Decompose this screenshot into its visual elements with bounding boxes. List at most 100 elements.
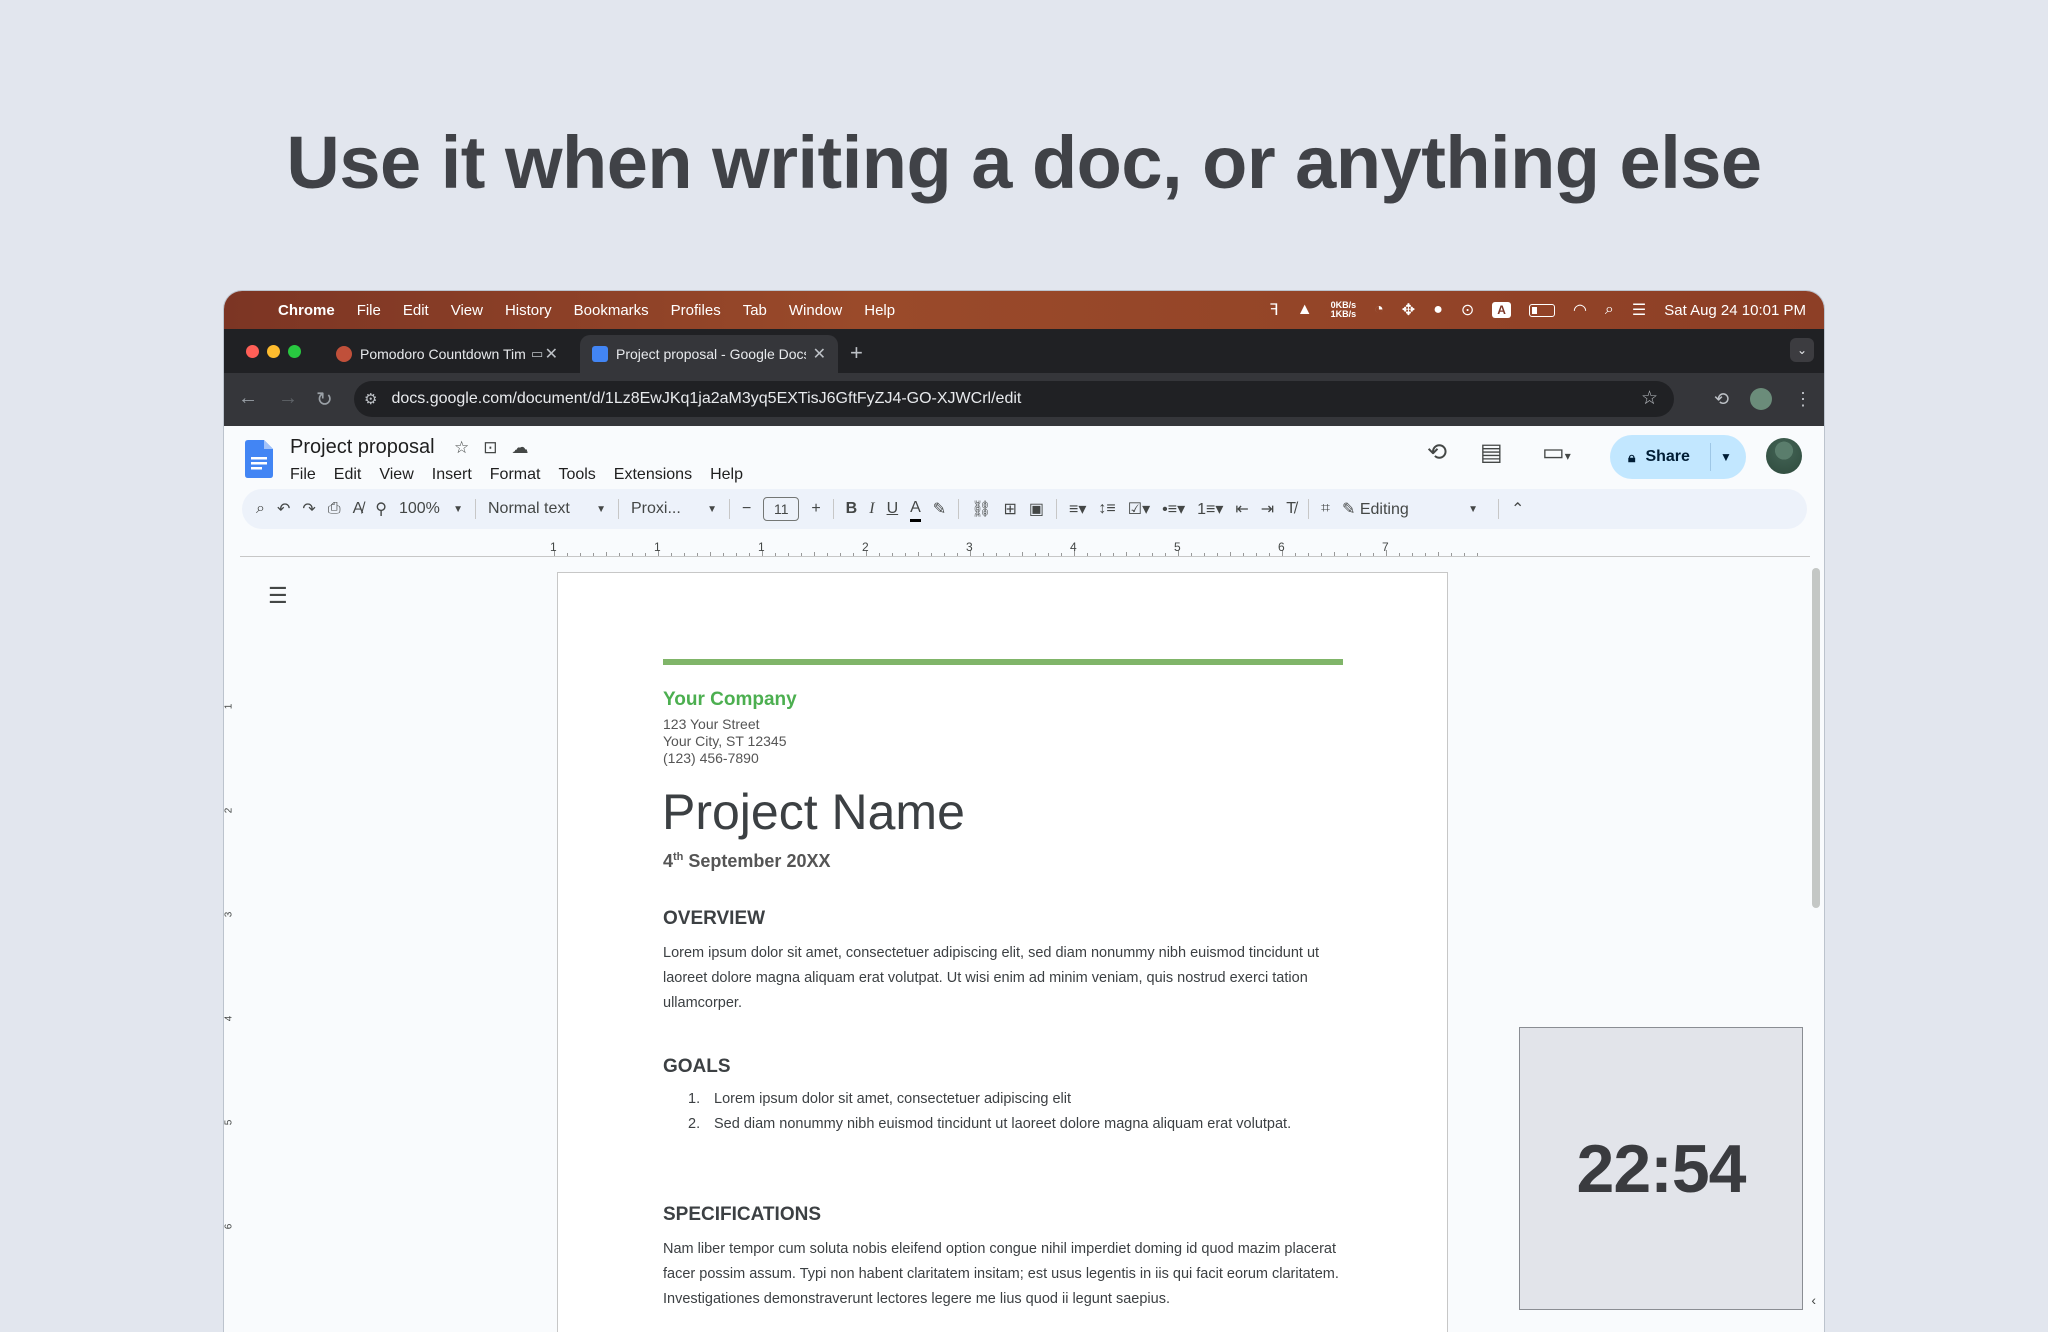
zoom-select[interactable]: 100% ▼ [399, 495, 463, 523]
share-button[interactable]: 🔒︎ Share ▼ [1610, 435, 1746, 479]
list-item[interactable]: 1. Lorem ipsum dolor sit amet, consectetu… [688, 1087, 1304, 1112]
back-icon[interactable]: ← [238, 387, 258, 410]
new-tab-icon[interactable]: + [850, 340, 863, 366]
docs-menu-edit[interactable]: Edit [334, 466, 362, 484]
menubar-file[interactable]: File [357, 302, 381, 319]
bulleted-list-icon[interactable]: •≡▾ [1162, 495, 1185, 523]
docs-menu-view[interactable]: View [379, 466, 413, 484]
link-icon[interactable]: ⛓ [971, 495, 991, 523]
document-page[interactable]: Your Company 123 Your Street Your City, … [558, 573, 1447, 1332]
share-dropdown-icon[interactable]: ▼ [1720, 450, 1732, 464]
figma-icon[interactable]: ꟻ [1270, 300, 1279, 320]
url-text[interactable]: docs.google.com/document/d/1Lz8EwJKq1ja2… [391, 390, 1021, 408]
address-line[interactable]: 123 Your Street [663, 716, 760, 732]
tab-pomodoro[interactable]: Pomodoro Countdown Timer ▭ ✕ [324, 335, 570, 373]
tab-project-proposal[interactable]: Project proposal - Google Docs ✕ [580, 335, 838, 373]
menubar-tab[interactable]: Tab [743, 302, 767, 319]
increase-font-size-icon[interactable]: + [811, 495, 820, 523]
search-icon[interactable]: ⌕ [1605, 301, 1614, 319]
list-item[interactable]: 2. Sed diam nonummy nibh euismod tincidun… [688, 1112, 1304, 1137]
docs-menu-extensions[interactable]: Extensions [614, 466, 692, 484]
forward-icon[interactable]: → [278, 387, 298, 410]
vertical-ruler[interactable]: 1 2 3 4 5 6 [224, 581, 238, 1331]
paint-format-icon[interactable]: ⚲ [375, 495, 387, 523]
input-source-badge[interactable]: A [1492, 302, 1511, 318]
meet-video-icon[interactable]: ▭▾ [1542, 438, 1571, 467]
docs-menu-help[interactable]: Help [710, 466, 743, 484]
menubar-edit[interactable]: Edit [403, 302, 429, 319]
user-avatar[interactable] [1766, 438, 1802, 474]
insert-image-icon[interactable]: ▣ [1029, 495, 1044, 523]
minimize-window-button[interactable] [267, 345, 280, 358]
project-date[interactable]: 4th September 20XX [663, 851, 830, 872]
address-line[interactable]: Your City, ST 12345 [663, 733, 786, 749]
decrease-indent-icon[interactable]: ⇤ [1235, 495, 1248, 523]
comments-icon[interactable]: ▤ [1480, 438, 1503, 467]
horizontal-ruler[interactable]: 1 1 1 2 3 4 5 6 7 [550, 540, 1478, 556]
redo-icon[interactable]: ↷ [302, 495, 315, 523]
address-bar[interactable]: ⚙ docs.google.com/document/d/1Lz8EwJKq1j… [354, 381, 1674, 417]
bold-icon[interactable]: B [846, 495, 858, 523]
document-outline-icon[interactable]: ☰ [268, 583, 288, 609]
move-folder-icon[interactable]: ⊡ [483, 438, 497, 458]
site-info-icon[interactable]: ⚙ [364, 390, 377, 408]
menubar-window[interactable]: Window [789, 302, 842, 319]
menubar-clock[interactable]: Sat Aug 24 10:01 PM [1664, 302, 1806, 319]
version-history-icon[interactable]: ⟲ [1427, 438, 1447, 467]
font-size-input[interactable]: 11 [763, 495, 800, 523]
checklist-icon[interactable]: ☑▾ [1128, 495, 1150, 523]
menubar-app-name[interactable]: Chrome [278, 302, 335, 319]
play-circle-icon[interactable]: ⊙ [1461, 300, 1474, 320]
search-menus-icon[interactable]: ⌕ [256, 495, 265, 523]
highlight-icon[interactable]: ✎ [933, 495, 946, 523]
font-select[interactable]: Proxi... ▼ [631, 495, 717, 523]
close-tab-icon[interactable]: ✕ [813, 344, 826, 364]
overview-text[interactable]: Lorem ipsum dolor sit amet, consectetuer… [663, 941, 1343, 1016]
close-window-button[interactable] [246, 345, 259, 358]
menubar-help[interactable]: Help [864, 302, 895, 319]
line-spacing-icon[interactable]: ↕≡ [1098, 495, 1115, 523]
reload-icon[interactable]: ↻ [316, 387, 333, 412]
increase-indent-icon[interactable]: ⇥ [1261, 495, 1274, 523]
print-icon[interactable]: ⎙ [328, 495, 341, 523]
company-name[interactable]: Your Company [663, 689, 797, 711]
cloud-saved-icon[interactable]: ☁ [512, 438, 529, 458]
menubar-view[interactable]: View [451, 302, 483, 319]
maximize-window-button[interactable] [288, 345, 301, 358]
specifications-heading[interactable]: SPECIFICATIONS [663, 1204, 821, 1226]
goals-heading[interactable]: GOALS [663, 1056, 731, 1078]
decrease-font-size-icon[interactable]: − [742, 495, 751, 523]
docs-menu-tools[interactable]: Tools [558, 466, 595, 484]
more-menu-icon[interactable]: ⋮ [1794, 389, 1812, 410]
docs-menu-format[interactable]: Format [490, 466, 541, 484]
document-title[interactable]: Project proposal [290, 436, 435, 459]
close-tab-icon[interactable]: ✕ [545, 344, 558, 364]
chevron-left-icon[interactable]: ‹ [1811, 1292, 1816, 1308]
project-name[interactable]: Project Name [662, 783, 965, 841]
hand-icon[interactable]: ✥ [1402, 300, 1415, 320]
overview-heading[interactable]: OVERVIEW [663, 908, 765, 930]
document-scrollbar[interactable] [1812, 568, 1820, 908]
docs-menu-file[interactable]: File [290, 466, 316, 484]
pie-chart-icon[interactable]: ◔ [1374, 301, 1384, 319]
input-tools-icon[interactable]: ⌗ [1321, 495, 1330, 523]
menubar-profiles[interactable]: Profiles [671, 302, 721, 319]
address-line[interactable]: (123) 456-7890 [663, 750, 759, 766]
italic-icon[interactable]: I [869, 495, 874, 523]
menubar-history[interactable]: History [505, 302, 552, 319]
profile-avatar[interactable] [1750, 388, 1772, 410]
text-color-icon[interactable]: A [910, 497, 921, 522]
spellcheck-icon[interactable]: A̸ [353, 495, 364, 523]
docs-menu-insert[interactable]: Insert [432, 466, 472, 484]
chevron-down-icon[interactable]: ⌄ [1790, 338, 1814, 362]
clear-formatting-icon[interactable]: T̸ [1286, 495, 1296, 523]
undo-icon[interactable]: ↶ [277, 495, 290, 523]
menubar-bookmarks[interactable]: Bookmarks [574, 302, 649, 319]
specifications-text[interactable]: Nam liber tempor cum soluta nobis eleife… [663, 1237, 1343, 1312]
person-icon[interactable]: ● [1433, 301, 1443, 319]
editing-mode-select[interactable]: ✎ Editing ▼ [1342, 495, 1478, 523]
add-comment-icon[interactable]: ⊞ [1004, 495, 1017, 523]
pomodoro-timer-overlay[interactable]: 22:54 [1519, 1027, 1803, 1310]
control-center-icon[interactable]: ☰ [1632, 300, 1646, 320]
collapse-toolbar-icon[interactable]: ⌃ [1511, 495, 1524, 523]
